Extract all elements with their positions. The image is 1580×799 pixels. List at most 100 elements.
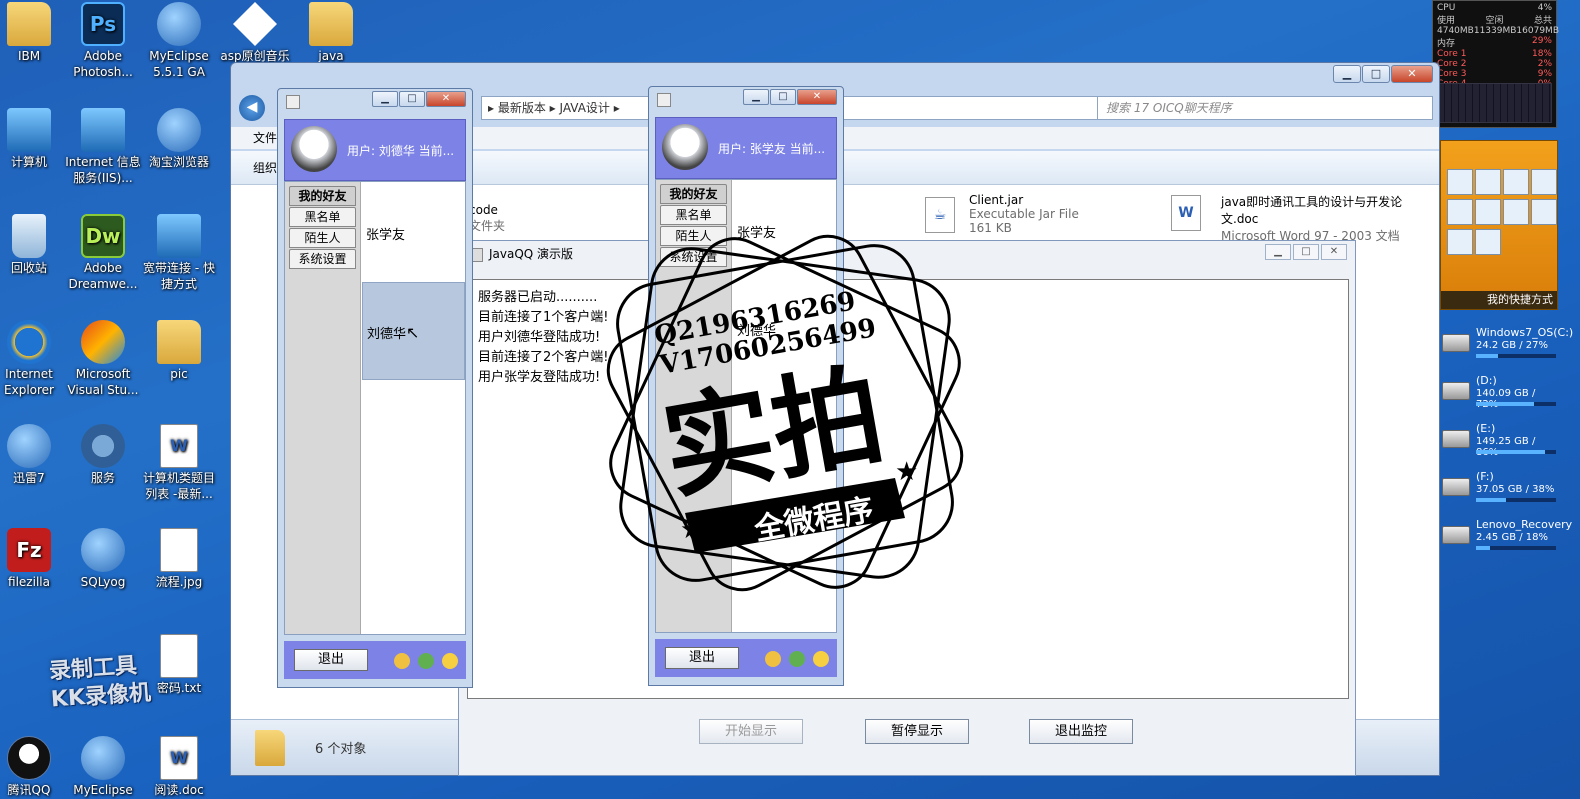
tab-my-friends[interactable]: 我的好友 bbox=[289, 186, 356, 206]
shortcut-tile[interactable] bbox=[1475, 199, 1501, 225]
shortcut-tile[interactable] bbox=[1531, 199, 1557, 225]
friend-item[interactable]: 张学友 bbox=[366, 224, 405, 243]
desktop-icon[interactable]: 流程.jpg bbox=[140, 528, 218, 590]
hard-drive-icon bbox=[1442, 478, 1470, 496]
desktop-icon[interactable]: W 计算机类题目列表 -最新... bbox=[140, 424, 218, 502]
maximize-button[interactable]: □ bbox=[770, 89, 796, 105]
close-button[interactable]: ✕ bbox=[426, 91, 466, 107]
desktop-icon[interactable]: 迅雷7 bbox=[0, 424, 68, 486]
maximize-button[interactable]: □ bbox=[1362, 65, 1390, 83]
exit-button[interactable]: 退出 bbox=[294, 649, 368, 671]
back-arrow-icon[interactable]: ◀ bbox=[239, 95, 265, 121]
desktop-icon-label: Microsoft Visual Stu... bbox=[67, 367, 139, 397]
shortcut-tile[interactable] bbox=[1503, 169, 1529, 195]
desktop-icon[interactable]: Fz filezilla bbox=[0, 528, 68, 590]
tab-my-friends[interactable]: 我的好友 bbox=[660, 184, 727, 204]
drive-item[interactable]: (E:)149.25 GB / 86% bbox=[1442, 422, 1558, 462]
minimize-button[interactable]: ▁ bbox=[743, 89, 769, 105]
desktop-icon[interactable]: IBM bbox=[0, 2, 68, 64]
tab-strangers[interactable]: 陌生人 bbox=[660, 226, 727, 246]
file-item[interactable]: Client.jar Executable Jar File 161 KB bbox=[969, 193, 1079, 235]
dreamweaver-icon: Dw bbox=[81, 214, 125, 258]
file-item[interactable]: code 文件夹 bbox=[469, 203, 505, 234]
services-icon bbox=[81, 424, 125, 468]
desktop-icon[interactable]: Ps Adobe Photosh... bbox=[64, 2, 142, 80]
tab-strangers[interactable]: 陌生人 bbox=[289, 228, 356, 248]
iis-icon bbox=[81, 108, 125, 152]
shortcut-tile[interactable] bbox=[1503, 199, 1529, 225]
drive-item[interactable]: (D:)140.09 GB / 72% bbox=[1442, 374, 1558, 414]
friend-item-selected[interactable]: 刘德华↖ bbox=[362, 282, 465, 380]
shortcut-tile[interactable] bbox=[1531, 169, 1557, 195]
start-display-button[interactable]: 开始显示 bbox=[699, 719, 803, 744]
sqlyog-icon bbox=[81, 528, 125, 572]
search-input[interactable]: 搜索 17 OICQ聊天程序 bbox=[1097, 96, 1433, 120]
friends-icon[interactable] bbox=[418, 653, 434, 669]
desktop-icon[interactable]: 密码.txt bbox=[140, 634, 218, 696]
friend-item[interactable]: 刘德华 bbox=[737, 320, 776, 339]
desktop-icon-label: 淘宝浏览器 bbox=[148, 155, 209, 169]
drive-item[interactable]: (F:) 37.05 GB / 38% bbox=[1442, 470, 1558, 510]
shortcut-tile[interactable] bbox=[1475, 169, 1501, 195]
media-icon bbox=[233, 2, 277, 46]
desktop-icon[interactable]: SQLyog bbox=[64, 528, 142, 590]
desktop-icon-label: 计算机 bbox=[10, 155, 47, 169]
tab-blacklist[interactable]: 黑名单 bbox=[660, 205, 727, 225]
tab-settings[interactable]: 系统设置 bbox=[660, 247, 727, 267]
close-button[interactable]: ✕ bbox=[797, 89, 837, 105]
qq-client-window-2: ▁ □ ✕ 用户: 张学友 当前... 我的好友 黑名单 陌生人 系统设置 张学… bbox=[648, 86, 844, 686]
exit-monitor-button[interactable]: 退出监控 bbox=[1029, 719, 1133, 744]
contact-panel: 我的好友 黑名单 陌生人 系统设置 张学友 刘德华↖ bbox=[284, 181, 466, 635]
friends-icon[interactable] bbox=[789, 651, 805, 667]
desktop-icon[interactable]: MyEclipse bbox=[64, 736, 142, 798]
desktop-icon[interactable]: MyEclipse 5.5.1 GA bbox=[140, 2, 218, 80]
filezilla-icon: Fz bbox=[7, 528, 51, 572]
close-button[interactable]: ✕ bbox=[1391, 65, 1433, 83]
shortcut-tile[interactable] bbox=[1447, 199, 1473, 225]
drive-name: Windows7_OS(C:) bbox=[1476, 326, 1574, 339]
contact-panel: 我的好友 黑名单 陌生人 系统设置 张学友 刘德华 bbox=[655, 179, 837, 633]
desktop-icon[interactable]: Dw Adobe Dreamwe... bbox=[64, 214, 142, 292]
desktop-icon[interactable]: Microsoft Visual Stu... bbox=[64, 320, 142, 398]
drive-item[interactable]: Lenovo_Recovery 2.45 GB / 18% bbox=[1442, 518, 1572, 558]
maximize-button[interactable]: □ bbox=[399, 91, 425, 107]
desktop-icon[interactable]: pic bbox=[140, 320, 218, 382]
desktop-icon[interactable]: 计算机 bbox=[0, 108, 68, 170]
desktop-icon-label: MyEclipse 5.5.1 GA bbox=[149, 49, 209, 79]
friend-item[interactable]: 张学友 bbox=[737, 222, 776, 241]
server-log[interactable]: 服务器已启动.......... 目前连接了1个客户端! 用户刘德华登陆成功! … bbox=[467, 279, 1349, 699]
shortcut-tile[interactable] bbox=[1475, 229, 1501, 255]
minimize-button[interactable]: ▁ bbox=[1265, 244, 1291, 260]
minimize-button[interactable]: ▁ bbox=[1333, 65, 1361, 83]
pause-display-button[interactable]: 暂停显示 bbox=[865, 719, 969, 744]
close-button[interactable]: ✕ bbox=[1321, 244, 1347, 260]
desktop-icon[interactable]: 宽带连接 - 快捷方式 bbox=[140, 214, 218, 292]
hi-emoticon-icon[interactable] bbox=[813, 651, 829, 667]
minimize-button[interactable]: ▁ bbox=[372, 91, 398, 107]
shortcut-tile[interactable] bbox=[1447, 229, 1473, 255]
desktop-icon[interactable]: W 阅读.doc bbox=[140, 736, 218, 798]
qq-penguin-icon[interactable] bbox=[394, 653, 410, 669]
desktop-icon[interactable]: Internet 信息服务(IIS)... bbox=[64, 108, 142, 186]
tab-blacklist[interactable]: 黑名单 bbox=[289, 207, 356, 227]
friend-list[interactable]: 张学友 刘德华↖ bbox=[362, 182, 465, 634]
friend-list[interactable]: 张学友 刘德华 bbox=[733, 180, 836, 632]
tab-settings[interactable]: 系统设置 bbox=[289, 249, 356, 269]
qq-penguin-icon[interactable] bbox=[765, 651, 781, 667]
maximize-button[interactable]: □ bbox=[1293, 244, 1319, 260]
shortcut-tile[interactable] bbox=[1447, 169, 1473, 195]
file-item[interactable]: java即时通讯工具的设计与开发论文.doc Microsoft Word 97… bbox=[1221, 193, 1411, 244]
cpu-percent: 4% bbox=[1537, 3, 1552, 13]
drive-item[interactable]: Windows7_OS(C:) 24.2 GB / 27% bbox=[1442, 326, 1573, 366]
recycle-bin-icon bbox=[12, 214, 46, 258]
desktop-icon[interactable]: Internet Explorer bbox=[0, 320, 68, 398]
desktop-icon-label: 回收站 bbox=[10, 261, 47, 275]
desktop-icon[interactable]: 淘宝浏览器 bbox=[140, 108, 218, 170]
desktop-icon[interactable]: 回收站 bbox=[0, 214, 68, 276]
shortcuts-gadget: 我的快捷方式 bbox=[1440, 140, 1558, 310]
exit-button[interactable]: 退出 bbox=[665, 647, 739, 669]
desktop-icon[interactable]: 服务 bbox=[64, 424, 142, 486]
desktop-icon[interactable]: java bbox=[292, 2, 370, 64]
hi-emoticon-icon[interactable] bbox=[442, 653, 458, 669]
desktop-icon[interactable]: 腾讯QQ bbox=[0, 736, 68, 798]
